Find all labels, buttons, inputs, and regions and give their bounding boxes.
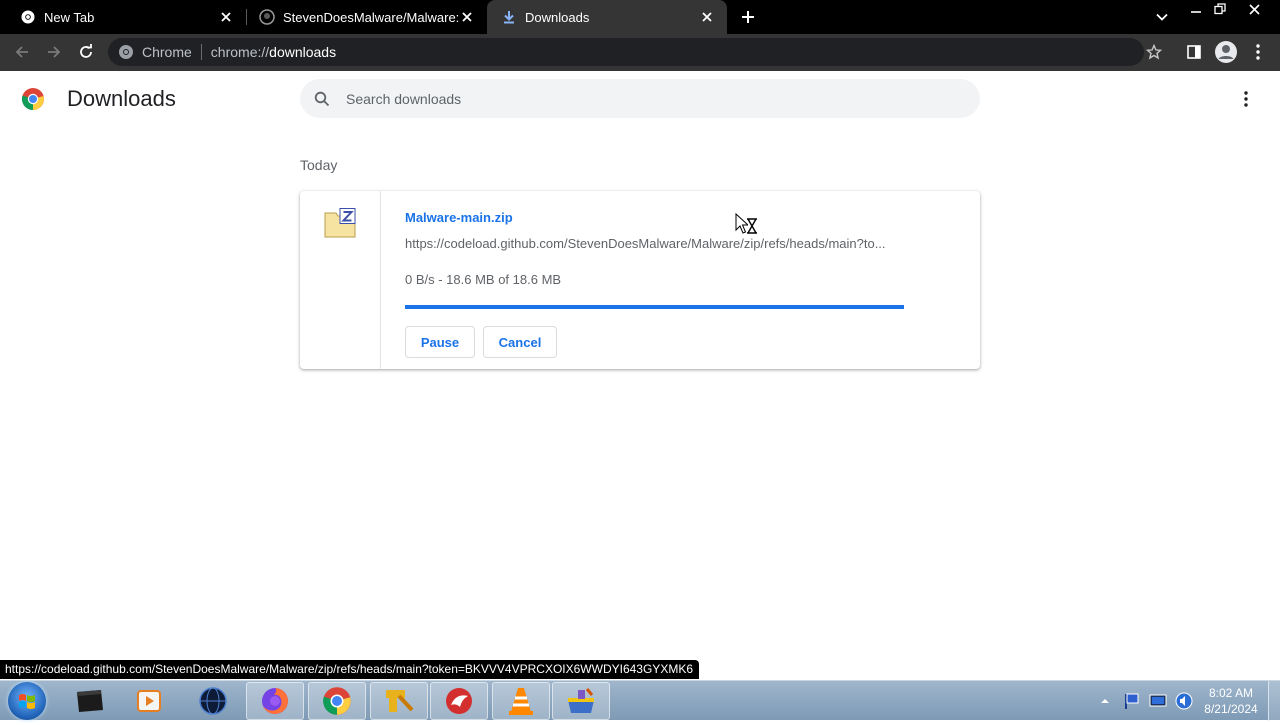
- file-name-link[interactable]: Malware-main.zip: [405, 210, 513, 225]
- back-button[interactable]: [8, 38, 36, 66]
- link-status-bubble: https://codeload.github.com/StevenDoesMa…: [0, 660, 699, 679]
- more-vert-icon: [1256, 44, 1260, 60]
- progress-bar: [405, 305, 904, 309]
- side-panel-icon: [1187, 45, 1201, 59]
- taskbar-dark-globe[interactable]: [184, 682, 242, 720]
- file-url[interactable]: https://codeload.github.com/StevenDoesMa…: [405, 236, 900, 251]
- download-item: Malware-main.zip https://codeload.github…: [300, 191, 980, 369]
- windows-logo-icon: [19, 694, 35, 709]
- media-player-icon: [137, 690, 161, 712]
- start-button[interactable]: [8, 682, 46, 720]
- progress-fill: [405, 305, 904, 309]
- tab-title: StevenDoesMalware/Malware: Us: [283, 9, 459, 25]
- tab-downloads[interactable]: Downloads: [487, 0, 727, 34]
- red-app-icon: [446, 688, 472, 714]
- side-panel-button[interactable]: [1180, 38, 1208, 66]
- close-icon[interactable]: [218, 9, 234, 25]
- tab-strip: New Tab StevenDoesMalware/Malware: Us Do…: [0, 0, 1280, 34]
- new-tab-button[interactable]: [736, 5, 760, 29]
- clock-date: 8/21/2024: [1204, 702, 1258, 716]
- search-input[interactable]: [346, 90, 906, 107]
- flag-icon[interactable]: [1122, 691, 1142, 711]
- github-icon: [259, 9, 275, 25]
- volume-icon[interactable]: [1174, 691, 1194, 711]
- arrow-left-icon: [15, 46, 28, 58]
- more-vert-icon: [1244, 91, 1248, 107]
- minimize-icon: [1191, 11, 1201, 13]
- chrome-icon: [20, 9, 36, 25]
- network-icon[interactable]: [1148, 691, 1168, 711]
- taskbar-archive[interactable]: [552, 682, 610, 720]
- url-text[interactable]: chrome://downloads: [211, 44, 336, 60]
- taskbar-terminal[interactable]: [60, 682, 118, 720]
- reload-icon: [80, 44, 92, 58]
- tab-title: Downloads: [525, 9, 590, 25]
- tab-github[interactable]: StevenDoesMalware/Malware: Us: [239, 0, 487, 34]
- taskbar-red-app[interactable]: [430, 682, 488, 720]
- taskbar-media-player[interactable]: [120, 682, 178, 720]
- clock-time: 8:02 AM: [1208, 686, 1254, 700]
- tray-expand-icon[interactable]: [1098, 694, 1112, 708]
- restore-icon: [1214, 3, 1226, 15]
- chrome-logo-icon: [21, 88, 44, 111]
- busy-cursor-icon: [735, 213, 757, 234]
- page-title: Downloads: [67, 86, 176, 111]
- bookmark-button[interactable]: [1140, 38, 1168, 66]
- date-header: Today: [300, 157, 338, 173]
- close-icon[interactable]: [459, 9, 475, 25]
- arrow-right-icon: [48, 46, 61, 58]
- show-desktop-button[interactable]: [1268, 681, 1280, 721]
- reload-button[interactable]: [72, 38, 100, 66]
- download-status: 0 B/s - 18.6 MB of 18.6 MB: [405, 272, 562, 287]
- sketch-icon: [386, 690, 414, 712]
- omnibox-divider: [200, 44, 202, 60]
- taskbar-clock[interactable]: 8:02 AM 8/21/2024: [1196, 685, 1266, 717]
- downloads-menu-button[interactable]: [1236, 88, 1256, 110]
- avatar-icon: [1215, 41, 1237, 63]
- forward-button[interactable]: [40, 38, 68, 66]
- terminal-icon: [77, 690, 103, 712]
- search-icon: [314, 91, 330, 106]
- url-host: downloads: [269, 44, 337, 60]
- windows-taskbar: 8:02 AM 8/21/2024: [0, 680, 1280, 721]
- chevron-down-icon: [1156, 13, 1168, 21]
- pause-button[interactable]: Pause: [405, 326, 475, 358]
- address-bar[interactable]: Chrome chrome://downloads: [108, 38, 1144, 66]
- browser-menu-button[interactable]: [1244, 38, 1272, 66]
- close-icon[interactable]: [699, 9, 715, 25]
- star-icon: [1146, 44, 1162, 60]
- plus-icon: [742, 11, 754, 23]
- system-tray: [1098, 681, 1194, 721]
- zip-file-icon: [324, 208, 356, 238]
- vlc-icon: [509, 688, 533, 715]
- chrome-icon: [323, 687, 351, 715]
- close-icon: [1248, 3, 1260, 15]
- url-scheme: chrome://: [210, 44, 270, 60]
- search-bar[interactable]: [300, 79, 980, 118]
- tab-search-button[interactable]: [1150, 5, 1174, 29]
- tab-new-tab[interactable]: New Tab: [0, 0, 246, 34]
- profile-button[interactable]: [1212, 38, 1240, 66]
- restore-button[interactable]: [1207, 0, 1233, 18]
- tab-title: New Tab: [44, 9, 95, 25]
- close-window-button[interactable]: [1241, 0, 1267, 18]
- download-icon: [501, 9, 517, 25]
- chrome-site-icon[interactable]: [118, 44, 134, 60]
- taskbar-sketch[interactable]: [370, 682, 428, 720]
- archive-icon: [568, 688, 594, 713]
- taskbar-vlc[interactable]: [492, 682, 550, 720]
- site-chip[interactable]: Chrome: [142, 44, 192, 60]
- cancel-button[interactable]: Cancel: [483, 326, 557, 358]
- taskbar-chrome[interactable]: [308, 682, 366, 720]
- minimize-button[interactable]: [1183, 0, 1209, 18]
- card-divider: [380, 191, 381, 369]
- firefox-icon: [262, 688, 288, 714]
- taskbar-firefox[interactable]: [246, 682, 304, 720]
- dark-globe-icon: [199, 687, 227, 715]
